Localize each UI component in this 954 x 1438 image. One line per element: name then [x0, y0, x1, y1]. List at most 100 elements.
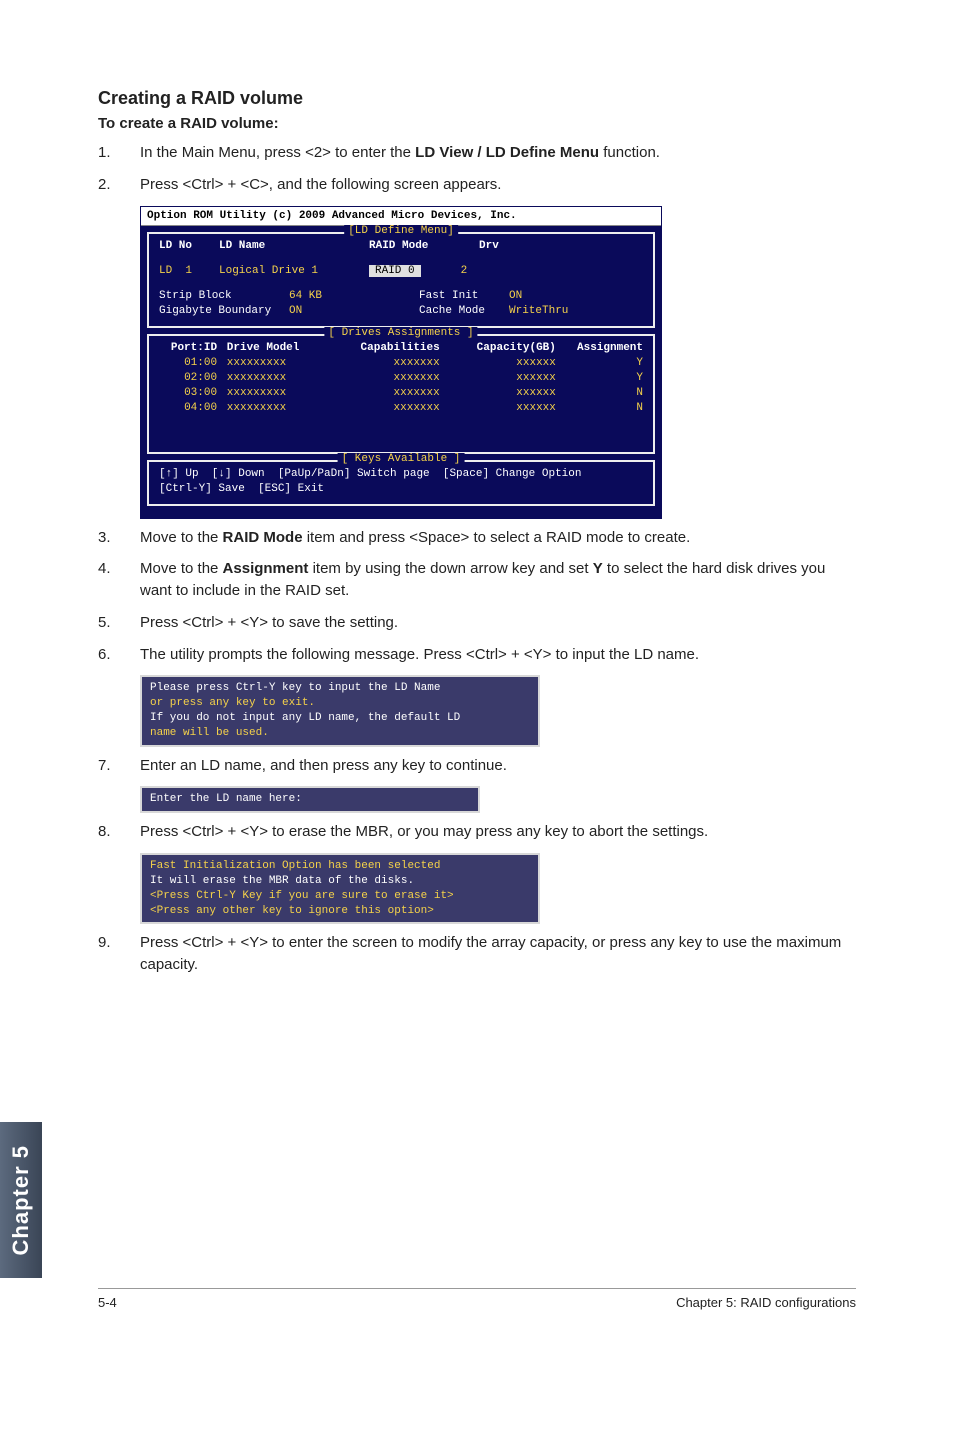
step-9: 9. Press <Ctrl> + <Y> to enter the scree…: [98, 932, 856, 976]
step-number: 3.: [98, 527, 140, 549]
ld-row-ld: LD 1: [159, 265, 219, 277]
step-text: Press <Ctrl> + <C>, and the following sc…: [140, 174, 856, 196]
step-text: Press <Ctrl> + <Y> to erase the MBR, or …: [140, 821, 856, 843]
keys-line: [↑] Up [↓] Down [PaUp/PaDn] Switch page …: [159, 468, 643, 480]
step-1: 1. In the Main Menu, press <2> to enter …: [98, 142, 856, 164]
drive-row: 01:00 xxxxxxxxx xxxxxxx xxxxxx Y: [159, 357, 643, 369]
row-gb: xxxxxx: [440, 357, 556, 369]
step-text: item and press <Space> to select a RAID …: [303, 529, 691, 546]
strip-block-value: 64 KB: [289, 290, 419, 302]
gig-label: Gigabyte Boundary: [159, 305, 289, 317]
col-portid: Port:ID: [159, 342, 217, 354]
dialog-input-ld-name: Please press Ctrl-Y key to input the LD …: [140, 675, 540, 746]
row-gb: xxxxxx: [440, 402, 556, 414]
col-capabilities: Capabilities: [333, 342, 439, 354]
step-text: Press <Ctrl> + <Y> to save the setting.: [140, 612, 856, 634]
box-label: [LD Define Menu]: [344, 225, 458, 237]
page-number: 5-4: [98, 1295, 117, 1310]
bold-term: Y: [593, 560, 603, 577]
step-number: 2.: [98, 174, 140, 196]
row-asg: Y: [556, 357, 643, 369]
dlg-line: Enter the LD name here:: [150, 792, 470, 807]
row-cap: xxxxxxx: [333, 402, 439, 414]
step-text: In the Main Menu, press <2> to enter the: [140, 144, 415, 161]
step-3: 3. Move to the RAID Mode item and press …: [98, 527, 856, 549]
step-number: 5.: [98, 612, 140, 634]
row-cap: xxxxxxx: [333, 372, 439, 384]
col-ldname: LD Name: [219, 240, 369, 252]
page-subheading: To create a RAID volume:: [98, 115, 856, 132]
step-text: Press <Ctrl> + <Y> to enter the screen t…: [140, 932, 856, 976]
step-text: Enter an LD name, and then press any key…: [140, 755, 856, 777]
row-asg: N: [556, 387, 643, 399]
drive-row: 04:00 xxxxxxxxx xxxxxxx xxxxxx N: [159, 402, 643, 414]
row-asg: Y: [556, 372, 643, 384]
col-ldno: LD No: [159, 240, 219, 252]
dialog-enter-ld-name: Enter the LD name here:: [140, 786, 480, 813]
step-number: 7.: [98, 755, 140, 777]
step-number: 1.: [98, 142, 140, 164]
row-cap: xxxxxxx: [333, 387, 439, 399]
step-text: Move to the: [140, 560, 223, 577]
step-2: 2. Press <Ctrl> + <C>, and the following…: [98, 174, 856, 196]
chapter-title: Chapter 5: RAID configurations: [676, 1295, 856, 1310]
row-dm: xxxxxxxxx: [227, 357, 333, 369]
drives-box: [ Drives Assignments ] Port:ID Drive Mod…: [147, 334, 655, 454]
row-pid: 02:00: [159, 372, 217, 384]
row-pid: 03:00: [159, 387, 217, 399]
step-text: The utility prompts the following messag…: [140, 644, 856, 666]
row-pid: 04:00: [159, 402, 217, 414]
bold-term: LD View / LD Define Menu: [415, 144, 599, 161]
drive-row: 03:00 xxxxxxxxx xxxxxxx xxxxxx N: [159, 387, 643, 399]
dialog-erase-mbr: Fast Initialization Option has been sele…: [140, 853, 540, 924]
page-heading: Creating a RAID volume: [98, 88, 856, 109]
keys-box: [ Keys Available ] [↑] Up [↓] Down [PaUp…: [147, 460, 655, 506]
step-number: 4.: [98, 558, 140, 602]
dlg-line: name will be used.: [150, 726, 530, 741]
keys-line: [Ctrl-Y] Save [ESC] Exit: [159, 483, 643, 495]
drive-row: 02:00 xxxxxxxxx xxxxxxx xxxxxx Y: [159, 372, 643, 384]
dlg-line: <Press any other key to ignore this opti…: [150, 904, 530, 919]
fastinit-value: ON: [509, 290, 522, 302]
row-dm: xxxxxxxxx: [227, 372, 333, 384]
dlg-line: Please press Ctrl-Y key to input the LD …: [150, 682, 440, 694]
strip-block-label: Strip Block: [159, 290, 289, 302]
ld-row-name: Logical Drive 1: [219, 265, 369, 277]
dlg-line: It will erase the MBR data of the disks.: [150, 875, 414, 887]
bold-term: Assignment: [223, 560, 309, 577]
step-8: 8. Press <Ctrl> + <Y> to erase the MBR, …: [98, 821, 856, 843]
row-gb: xxxxxx: [440, 372, 556, 384]
step-text: function.: [599, 144, 660, 161]
row-asg: N: [556, 402, 643, 414]
step-4: 4. Move to the Assignment item by using …: [98, 558, 856, 602]
row-gb: xxxxxx: [440, 387, 556, 399]
row-dm: xxxxxxxxx: [227, 402, 333, 414]
bios-title: Option ROM Utility (c) 2009 Advanced Mic…: [141, 207, 661, 226]
row-cap: xxxxxxx: [333, 357, 439, 369]
ld-row-drv: 2: [461, 265, 468, 277]
step-7: 7. Enter an LD name, and then press any …: [98, 755, 856, 777]
dlg-line: Fast Initialization Option has been sele…: [150, 859, 530, 874]
ld-row-raid: RAID 0: [369, 265, 421, 277]
bios-screenshot: Option ROM Utility (c) 2009 Advanced Mic…: [140, 206, 662, 519]
dlg-line: <Press Ctrl-Y Key if you are sure to era…: [150, 889, 530, 904]
fastinit-label: Fast Init: [419, 290, 509, 302]
col-assignment: Assignment: [556, 342, 643, 354]
step-number: 6.: [98, 644, 140, 666]
step-6: 6. The utility prompts the following mes…: [98, 644, 856, 666]
ld-define-box: [LD Define Menu] LD No LD Name RAID Mode…: [147, 232, 655, 328]
step-text: Move to the: [140, 529, 223, 546]
step-number: 9.: [98, 932, 140, 976]
cache-label: Cache Mode: [419, 305, 509, 317]
col-raidmode: RAID Mode: [369, 240, 479, 252]
col-capacity: Capacity(GB): [440, 342, 556, 354]
step-text: item by using the down arrow key and set: [308, 560, 592, 577]
box-label: [ Drives Assignments ]: [324, 327, 477, 339]
dlg-line: If you do not input any LD name, the def…: [150, 712, 460, 724]
step-5: 5. Press <Ctrl> + <Y> to save the settin…: [98, 612, 856, 634]
cache-value: WriteThru: [509, 305, 568, 317]
bold-term: RAID Mode: [223, 529, 303, 546]
dlg-line: or press any key to exit.: [150, 696, 530, 711]
step-number: 8.: [98, 821, 140, 843]
row-pid: 01:00: [159, 357, 217, 369]
